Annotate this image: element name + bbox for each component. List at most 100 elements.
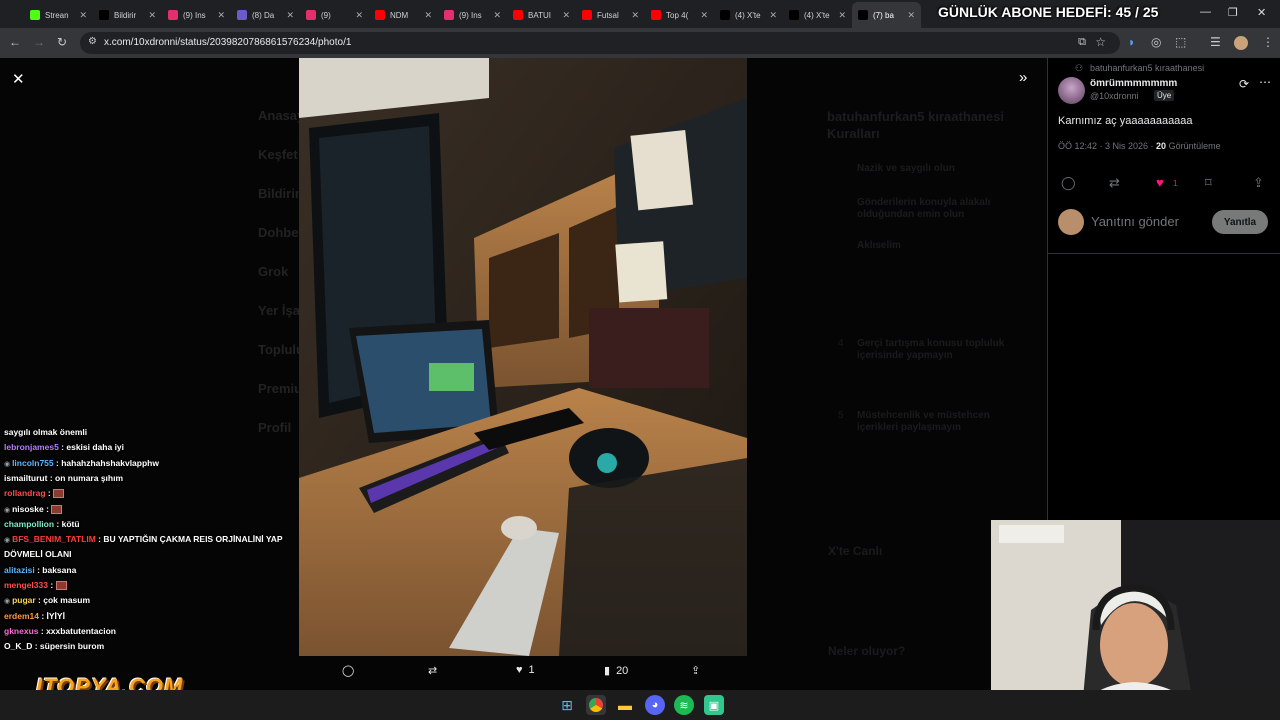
chat-text: baksana [42, 564, 77, 575]
file-explorer-icon[interactable]: ▬ [615, 695, 635, 715]
app-icon[interactable]: ▣ [704, 695, 724, 715]
tab-close-icon[interactable]: ✕ [79, 10, 87, 21]
browser-tab[interactable]: (4) X'te ✕ [714, 2, 783, 28]
rule-text: Aklıselim [857, 240, 901, 251]
chat-text: İYİYİ [46, 610, 65, 621]
tab-close-icon[interactable]: ✕ [631, 10, 639, 21]
tab-close-icon[interactable]: ✕ [838, 10, 846, 21]
browser-tab[interactable]: Futsal ✕ [576, 2, 645, 28]
restore-icon[interactable]: ❐ [1228, 6, 1238, 19]
photo-views-action[interactable]: ▮ 20 [604, 664, 628, 678]
chat-username: lincoln755 [12, 457, 54, 468]
tab-search-icon[interactable]: ☰ [1210, 35, 1221, 49]
close-window-icon[interactable]: ✕ [1257, 6, 1266, 19]
chat-emote-icon [55, 581, 67, 591]
photo-like-action[interactable]: ♥ 1 [516, 664, 535, 676]
browser-menu-icon[interactable]: ⋮ [1262, 35, 1274, 49]
browser-tab[interactable]: NDM ✕ [369, 2, 438, 28]
start-icon[interactable]: ⊞ [557, 695, 577, 715]
close-photo-icon[interactable]: ✕ [12, 70, 25, 88]
windows-taskbar [0, 690, 1280, 720]
extensions-puzzle-icon[interactable]: ⬚ [1175, 35, 1186, 49]
extension-icon[interactable]: ◗ [1128, 35, 1135, 49]
tab-label: Futsal [597, 10, 619, 20]
tab-favicon-icon [168, 10, 178, 20]
liked-heart-icon[interactable]: ♥ [1156, 175, 1164, 190]
tab-label: (4) X'te [735, 10, 761, 20]
browser-tab[interactable]: (4) X'te ✕ [783, 2, 852, 28]
tab-close-icon[interactable]: ✕ [493, 10, 501, 21]
tab-favicon-icon [582, 10, 592, 20]
extension-icon[interactable]: ◎ [1151, 35, 1161, 49]
spotify-icon[interactable]: ≋ [674, 695, 694, 715]
repost-icon[interactable]: ⇄ [1109, 175, 1120, 191]
post-photo[interactable] [299, 58, 747, 656]
browser-tab[interactable]: (9) ✕ [300, 2, 369, 28]
profile-avatar-icon[interactable] [1234, 36, 1248, 50]
tab-close-icon[interactable]: ✕ [286, 10, 294, 21]
photo-reply-action[interactable]: ◯ [342, 664, 354, 677]
browser-tab[interactable]: BATUI ✕ [507, 2, 576, 28]
browser-tab[interactable]: Bildirir ✕ [93, 2, 162, 28]
reply-button[interactable]: Yanıtla [1212, 210, 1268, 234]
bookmark-icon[interactable]: ⌑ [1205, 175, 1212, 191]
author-avatar[interactable] [1058, 77, 1085, 104]
author-handle[interactable]: @10xdronni [1090, 91, 1139, 101]
chat-badge-icon: ◉ [4, 460, 13, 468]
tab-close-icon[interactable]: ✕ [424, 10, 432, 21]
address-bar[interactable]: ⚙ x.com/10xdronni/status/203982078686157… [80, 32, 1120, 54]
site-info-icon[interactable]: ⚙ [88, 36, 97, 47]
tab-close-icon[interactable]: ✕ [148, 10, 156, 21]
browser-tab[interactable]: Top 4(✕ [645, 2, 714, 28]
nav-item: Grok [258, 264, 289, 279]
browser-tab[interactable]: (9) Ins ✕ [162, 2, 231, 28]
tab-close-icon[interactable]: ✕ [355, 10, 363, 21]
chat-badge-icon: ◉ [4, 506, 13, 514]
install-app-icon[interactable]: ⧉ [1078, 36, 1086, 49]
photo-repost-action[interactable]: ⇄ [428, 664, 437, 677]
views-chart-icon: ▮ [604, 665, 611, 677]
tab-close-icon[interactable]: ✕ [217, 10, 225, 21]
discord-icon[interactable]: ◕ [645, 695, 665, 715]
live-section-title: X'te Canlı [828, 544, 883, 558]
bookmark-star-icon[interactable]: ☆ [1095, 35, 1106, 49]
reload-icon[interactable]: ↻ [57, 35, 67, 49]
views-number: 20 [1156, 141, 1167, 151]
post-timestamp[interactable]: ÖÖ 12:42 · 3 Nis 2026 · [1058, 141, 1156, 151]
chat-separator: : [32, 641, 40, 652]
browser-tab[interactable]: Strean ✕ [24, 2, 93, 28]
rule-text: Gerçi tartışma konusu topluluk içerisind… [857, 338, 1005, 361]
browser-tab[interactable]: (7) ba ✕ [852, 2, 921, 28]
url-text[interactable]: x.com/10xdronni/status/20398207868615762… [104, 37, 351, 48]
collapse-panel-icon[interactable]: » [1019, 69, 1027, 86]
photo-share-action[interactable]: ⇪ [691, 664, 700, 677]
grok-icon[interactable]: ⟳ [1239, 77, 1249, 91]
chat-text: çok masum [43, 595, 91, 606]
author-display-name[interactable]: ömrümmmmmmm [1090, 78, 1177, 89]
more-options-icon[interactable]: ⋯ [1259, 75, 1271, 89]
chat-message: DÖVMELİ OLANI [4, 549, 72, 559]
member-badge: Üye [1154, 90, 1175, 101]
repost-icon: ⇄ [428, 665, 438, 677]
reply-input[interactable]: Yanıtını gönder [1091, 214, 1179, 229]
tab-close-icon[interactable]: ✕ [562, 10, 570, 21]
tab-close-icon[interactable]: ✕ [907, 10, 915, 21]
tab-close-icon[interactable]: ✕ [700, 10, 708, 21]
reply-icon[interactable]: ◯ [1061, 175, 1076, 191]
minimize-icon[interactable]: — [1200, 6, 1211, 18]
chat-text: hahahzhahshakvlapphw [61, 457, 159, 468]
community-name[interactable]: batuhanfurkan5 kıraathanesi [1090, 63, 1204, 73]
like-count: 1 [528, 664, 535, 676]
browser-tab[interactable]: (8) Da ✕ [231, 2, 300, 28]
browser-tab[interactable]: (9) Ins ✕ [438, 2, 507, 28]
chat-username: pugar [12, 595, 36, 606]
forward-icon[interactable]: → [33, 35, 45, 49]
reply-icon: ◯ [342, 665, 355, 677]
tab-label: (8) Da [252, 10, 275, 20]
tab-label: (9) [321, 10, 331, 20]
chrome-icon[interactable] [586, 695, 606, 715]
chat-message: ◉ BFS_BENIM_TATLIM : BU YAPTIĞIN ÇAKMA R… [4, 534, 283, 544]
tab-close-icon[interactable]: ✕ [769, 10, 777, 21]
share-icon[interactable]: ⇪ [1253, 175, 1264, 191]
back-icon[interactable]: ← [9, 35, 21, 49]
